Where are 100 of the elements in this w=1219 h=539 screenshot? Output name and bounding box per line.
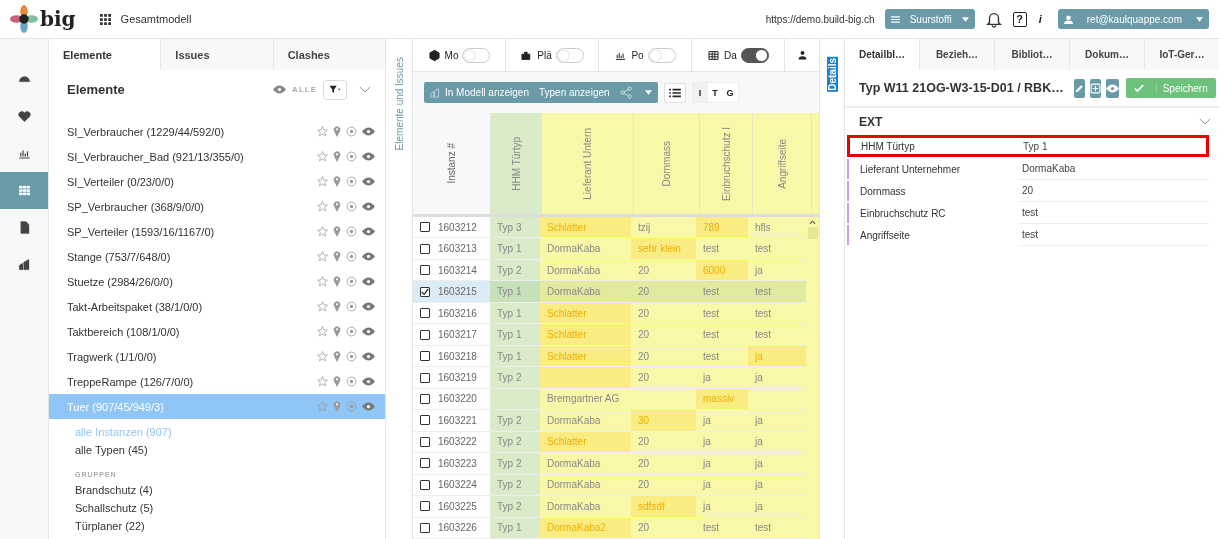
sub-list-item[interactable]: alle Typen (45) — [75, 441, 359, 459]
element-list-item[interactable]: TreppeRampe (126/7/0/0) — [49, 369, 385, 394]
target-icon[interactable] — [346, 301, 357, 312]
eye-icon[interactable] — [273, 85, 287, 94]
chevron-down-icon[interactable] — [359, 86, 371, 93]
property-value[interactable]: Typ 1 — [1019, 138, 1206, 154]
star-icon[interactable] — [317, 276, 328, 287]
row-checkbox[interactable] — [420, 329, 430, 340]
edit-button[interactable] — [1073, 78, 1085, 98]
bell-icon[interactable] — [984, 10, 1003, 28]
target-icon[interactable] — [346, 176, 357, 187]
target-icon[interactable] — [346, 276, 357, 287]
element-list-item[interactable]: SP_Verbraucher (368/9/0/0) — [49, 194, 385, 219]
list-view-button[interactable] — [663, 82, 686, 103]
toggle-switch[interactable] — [740, 47, 769, 63]
info-button[interactable]: i — [1036, 13, 1044, 25]
location-pin-icon[interactable] — [333, 376, 341, 387]
eye-icon[interactable] — [362, 177, 375, 186]
star-icon[interactable] — [317, 301, 328, 312]
row-checkbox[interactable] — [420, 286, 430, 297]
dropdown-caret-icon[interactable] — [642, 90, 654, 95]
property-value[interactable]: test — [1018, 202, 1209, 224]
eye-icon[interactable] — [362, 152, 375, 161]
group-list-item[interactable]: Türplaner (22) — [75, 517, 359, 535]
location-pin-icon[interactable] — [333, 401, 341, 412]
eye-icon[interactable] — [362, 352, 375, 361]
property-value[interactable]: test — [1018, 224, 1209, 246]
star-icon[interactable] — [317, 201, 328, 212]
target-icon[interactable] — [346, 201, 357, 212]
element-list-item[interactable]: Takt-Arbeitspaket (38/1/0/0) — [49, 294, 385, 319]
cube-icon[interactable] — [427, 48, 441, 62]
row-checkbox[interactable] — [420, 436, 430, 447]
eye-icon[interactable] — [362, 277, 375, 286]
location-pin-icon[interactable] — [333, 176, 341, 187]
panel-tab[interactable]: Issues — [160, 39, 273, 70]
scrollbar-thumb[interactable] — [807, 227, 818, 239]
eye-icon[interactable] — [362, 127, 375, 136]
target-icon[interactable] — [346, 126, 357, 137]
element-list-item[interactable]: Taktbereich (108/1/0/0) — [49, 319, 385, 344]
star-icon[interactable] — [317, 401, 328, 412]
row-checkbox[interactable] — [420, 522, 430, 533]
star-icon[interactable] — [317, 326, 328, 337]
eye-icon[interactable] — [362, 377, 375, 386]
target-icon[interactable] — [346, 151, 357, 162]
location-pin-icon[interactable] — [333, 151, 341, 162]
apps-grid-icon[interactable] — [99, 13, 111, 25]
location-pin-icon[interactable] — [333, 251, 341, 262]
scroll-up-icon[interactable] — [809, 220, 816, 225]
star-icon[interactable] — [317, 351, 328, 362]
row-checkbox[interactable] — [420, 501, 430, 512]
table-icon[interactable] — [707, 48, 721, 62]
details-toggle[interactable]: Details — [826, 57, 838, 92]
target-icon[interactable] — [346, 376, 357, 387]
project-name[interactable]: Gesamtmodell — [120, 13, 192, 25]
mode-toggle[interactable]: G — [722, 83, 738, 102]
row-checkbox[interactable] — [420, 415, 430, 426]
row-checkbox[interactable] — [420, 372, 430, 383]
location-pin-icon[interactable] — [333, 351, 341, 362]
eye-icon[interactable] — [362, 402, 375, 411]
eye-icon[interactable] — [362, 227, 375, 236]
star-icon[interactable] — [317, 151, 328, 162]
eye-icon[interactable] — [362, 252, 375, 261]
logo-text[interactable]: big — [40, 7, 76, 31]
location-pin-icon[interactable] — [333, 276, 341, 287]
chevron-down-icon[interactable] — [1199, 118, 1211, 125]
row-checkbox[interactable] — [420, 479, 430, 490]
mode-toggle[interactable]: T — [707, 83, 723, 102]
target-icon[interactable] — [346, 226, 357, 237]
eye-icon[interactable] — [362, 202, 375, 211]
row-checkbox[interactable] — [420, 458, 430, 469]
element-list-item[interactable]: Stuetze (2984/26/0/0) — [49, 269, 385, 294]
location-pin-icon[interactable] — [333, 126, 341, 137]
location-pin-icon[interactable] — [333, 326, 341, 337]
detail-tab[interactable]: Bibliot… — [994, 39, 1069, 70]
element-list-item[interactable]: SI_Verbraucher (1229/44/592/0) — [49, 119, 385, 144]
property-value[interactable]: DormaKaba — [1018, 158, 1209, 180]
panel-tab[interactable]: Clashes — [272, 39, 385, 70]
help-button[interactable]: ? — [1012, 11, 1027, 27]
eye-icon[interactable] — [362, 327, 375, 336]
row-checkbox[interactable] — [420, 243, 430, 254]
panel-tab[interactable]: Elemente — [49, 39, 161, 70]
row-checkbox[interactable] — [420, 351, 430, 362]
star-icon[interactable] — [317, 176, 328, 187]
element-list-item[interactable]: SI_Verbraucher_Bad (921/13/355/0) — [49, 144, 385, 169]
target-icon[interactable] — [346, 351, 357, 362]
property-value[interactable]: 20 — [1018, 180, 1209, 202]
filter-button[interactable] — [323, 79, 347, 100]
target-icon[interactable] — [346, 251, 357, 262]
group-list-item[interactable]: Schallschutz (5) — [75, 499, 359, 517]
detail-tab[interactable]: Detailbl… — [845, 39, 919, 70]
row-checkbox[interactable] — [420, 308, 430, 319]
group-list-item[interactable]: Brandschutz (4) — [75, 481, 359, 499]
element-list-item[interactable]: SI_Verteiler (0/23/0/0) — [49, 169, 385, 194]
element-list-item[interactable]: Tragwerk (1/1/0/0) — [49, 344, 385, 369]
target-icon[interactable] — [346, 326, 357, 337]
location-pin-icon[interactable] — [333, 201, 341, 212]
row-checkbox[interactable] — [420, 394, 430, 404]
row-checkbox[interactable] — [420, 265, 430, 276]
add-button[interactable] — [1089, 78, 1101, 98]
row-checkbox[interactable] — [420, 222, 430, 233]
